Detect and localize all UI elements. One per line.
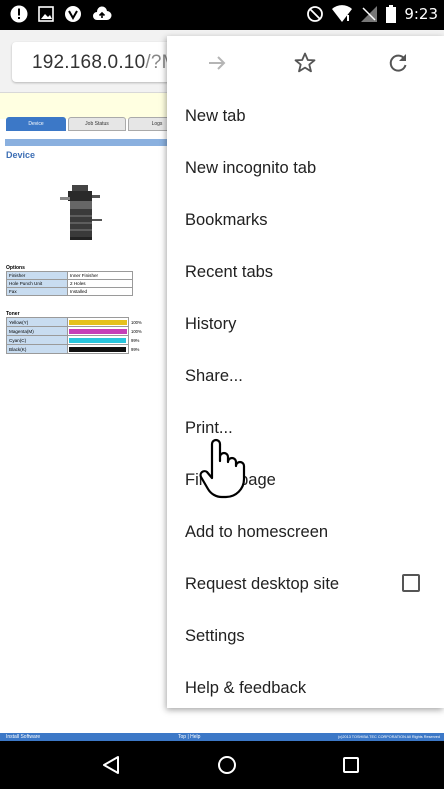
- toner-level-bar: [69, 319, 127, 325]
- menu-item-label: Add to homescreen: [185, 523, 329, 541]
- wifi-icon: [332, 5, 353, 22]
- toner-label: Yellow(Y): [6, 317, 68, 327]
- table-row: Finisher Inner Finisher: [6, 271, 133, 280]
- cloud-upload-icon: [93, 6, 112, 20]
- menu-item-label: Share...: [185, 367, 243, 385]
- tab-device[interactable]: Device: [6, 117, 66, 131]
- desktop-site-checkbox[interactable]: [402, 574, 420, 592]
- overflow-menu: New tab New incognito tab Bookmarks Rece…: [167, 36, 444, 708]
- menu-item-new-incognito-tab[interactable]: New incognito tab: [167, 143, 444, 195]
- menu-item-add-to-homescreen[interactable]: Add to homescreen: [167, 507, 444, 559]
- toner-percent: 100%: [131, 319, 142, 325]
- toner-level-bar: [69, 328, 127, 334]
- back-icon: [103, 756, 119, 774]
- menu-item-label: Bookmarks: [185, 211, 268, 229]
- bookmark-button[interactable]: [288, 46, 322, 80]
- tab-job-status[interactable]: Job Status: [68, 117, 126, 131]
- menu-item-label: New incognito tab: [185, 159, 317, 177]
- menu-item-request-desktop-site[interactable]: Request desktop site: [167, 559, 444, 611]
- no-signal-icon: [361, 6, 378, 22]
- navigation-bar: [0, 741, 444, 789]
- clock: 9:23: [404, 5, 438, 23]
- refresh-button[interactable]: [381, 46, 415, 80]
- menu-item-label: Print...: [185, 419, 233, 437]
- menu-item-share[interactable]: Share...: [167, 351, 444, 403]
- menu-item-label: Recent tabs: [185, 263, 274, 281]
- menu-item-settings[interactable]: Settings: [167, 611, 444, 663]
- menu-item-label: Settings: [185, 627, 245, 645]
- recents-icon: [343, 757, 359, 773]
- vpn-icon: [65, 6, 81, 22]
- device-heading: Device: [6, 150, 36, 160]
- printer-image: [60, 185, 102, 240]
- menu-item-label: History: [185, 315, 237, 333]
- option-label: Finisher: [6, 271, 68, 280]
- option-value: Installed: [67, 287, 133, 296]
- copyright-text: (c)2013 TOSHIBA TEC CORPORATION All Righ…: [337, 735, 440, 739]
- alert-icon: [10, 5, 28, 23]
- menu-item-recent-tabs[interactable]: Recent tabs: [167, 247, 444, 299]
- home-button[interactable]: [213, 751, 241, 779]
- toner-percent: 99%: [131, 337, 140, 343]
- forward-icon: [209, 56, 226, 70]
- table-row: Fax Installed: [6, 287, 133, 296]
- do-not-disturb-icon: [307, 6, 324, 22]
- table-row: Magenta(M) 100%: [6, 326, 150, 336]
- toner-level-bar: [69, 346, 127, 352]
- option-label: Hole Punch Unit: [6, 279, 68, 288]
- toner-percent: 99%: [131, 346, 140, 352]
- option-label: Fax: [6, 287, 68, 296]
- menu-action-row: [167, 36, 444, 92]
- refresh-icon: [389, 54, 407, 72]
- menu-item-history[interactable]: History: [167, 299, 444, 351]
- option-value: 2 Holes: [67, 279, 133, 288]
- menu-item-bookmarks[interactable]: Bookmarks: [167, 195, 444, 247]
- status-bar: 9:23: [0, 0, 444, 30]
- url-text: 192.168.0.10/?M: [32, 52, 178, 74]
- url-host: 192.168.0.10: [32, 52, 146, 73]
- bookmark-star-icon: [294, 52, 316, 73]
- top-help-links[interactable]: Top | Help: [178, 733, 200, 741]
- menu-item-label: Request desktop site: [185, 575, 340, 593]
- image-icon: [38, 6, 54, 22]
- toner-label: Cyan(C): [6, 335, 68, 345]
- menu-item-label: New tab: [185, 107, 246, 125]
- menu-item-new-tab[interactable]: New tab: [167, 91, 444, 143]
- forward-button[interactable]: [200, 46, 234, 80]
- toner-level-bar: [69, 337, 127, 343]
- option-value: Inner Finisher: [67, 271, 133, 280]
- hand-pointer-icon: [199, 438, 246, 499]
- toner-percent: 100%: [131, 328, 142, 334]
- battery-icon: [386, 5, 397, 23]
- menu-item-label: Help & feedback: [185, 679, 307, 697]
- table-row: Cyan(C) 99%: [6, 335, 150, 345]
- table-row: Black(K) 99%: [6, 344, 150, 354]
- page-footer: Install Software Top | Help (c)2013 TOSH…: [0, 733, 444, 741]
- toner-label: Magenta(M): [6, 326, 68, 336]
- home-icon: [218, 756, 236, 774]
- toner-table: Yellow(Y) 100% Magenta(M) 100% Cyan(C) 99% …: [6, 317, 150, 354]
- table-row: Hole Punch Unit 2 Holes: [6, 279, 133, 288]
- back-button[interactable]: [97, 751, 125, 779]
- menu-item-help-feedback[interactable]: Help & feedback: [167, 663, 444, 715]
- table-row: Yellow(Y) 100%: [6, 317, 150, 327]
- toner-label: Black(K): [6, 344, 68, 354]
- options-table: Finisher Inner Finisher Hole Punch Unit 2 …: [6, 271, 133, 296]
- recents-button[interactable]: [337, 751, 365, 779]
- install-software-link[interactable]: Install Software: [6, 733, 40, 741]
